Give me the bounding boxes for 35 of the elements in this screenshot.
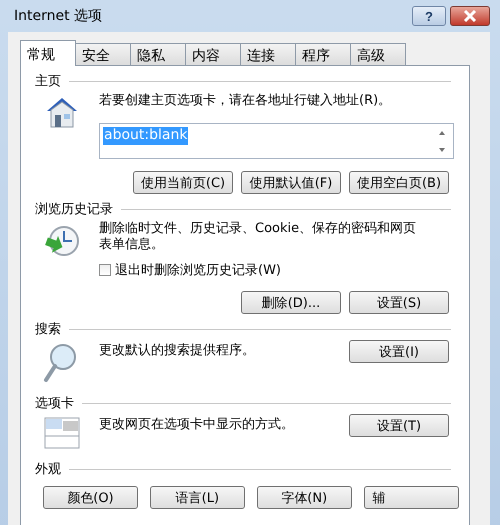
- button[interactable]: 设置(T): [349, 414, 449, 437]
- button[interactable]: 语言(L): [150, 486, 245, 509]
- button[interactable]: 设置(I): [349, 340, 449, 363]
- checkbox[interactable]: [99, 264, 111, 276]
- description-text: 若要创建主页选项卡，请在各地址行键入地址(R)。: [99, 92, 392, 109]
- section-title: 外观: [35, 461, 61, 478]
- button[interactable]: 辅: [364, 486, 459, 509]
- description-text: 更改默认的搜索提供程序。: [99, 342, 256, 359]
- description-text: 更改网页在选项卡中显示的方式。: [99, 416, 295, 433]
- window-title: Internet 选项: [13, 7, 102, 25]
- button[interactable]: 设置(S): [349, 291, 449, 314]
- help-button[interactable]: ?: [412, 6, 446, 26]
- tab[interactable]: 隐私: [130, 43, 186, 65]
- magnifier-icon: [43, 342, 79, 384]
- close-button[interactable]: [450, 6, 490, 26]
- tab[interactable]: 安全: [75, 43, 131, 65]
- button[interactable]: 删除(D)...: [241, 291, 341, 314]
- section-title: 浏览历史记录: [35, 201, 113, 218]
- checkbox-label: 退出时删除浏览历史记录(W): [115, 262, 281, 279]
- tab[interactable]: 内容: [185, 43, 241, 65]
- close-icon: [463, 10, 477, 22]
- section-title: 搜索: [35, 321, 61, 338]
- button[interactable]: 颜色(O): [43, 486, 138, 509]
- button[interactable]: 使用默认值(F): [241, 171, 341, 194]
- tab[interactable]: 连接: [240, 43, 296, 65]
- button[interactable]: 字体(N): [256, 486, 352, 509]
- button[interactable]: 使用当前页(C): [133, 171, 233, 194]
- button[interactable]: 使用空白页(B): [349, 171, 449, 194]
- tab-window-icon: [43, 416, 81, 450]
- tab[interactable]: 常规: [20, 40, 76, 66]
- description-text: 删除临时文件、历史记录、Cookie、保存的密码和网页表单信息。: [99, 220, 418, 253]
- tab[interactable]: 程序: [295, 43, 351, 65]
- section-title: 主页: [35, 73, 61, 90]
- section-title: 选项卡: [35, 395, 74, 412]
- tab[interactable]: 高级: [350, 43, 406, 65]
